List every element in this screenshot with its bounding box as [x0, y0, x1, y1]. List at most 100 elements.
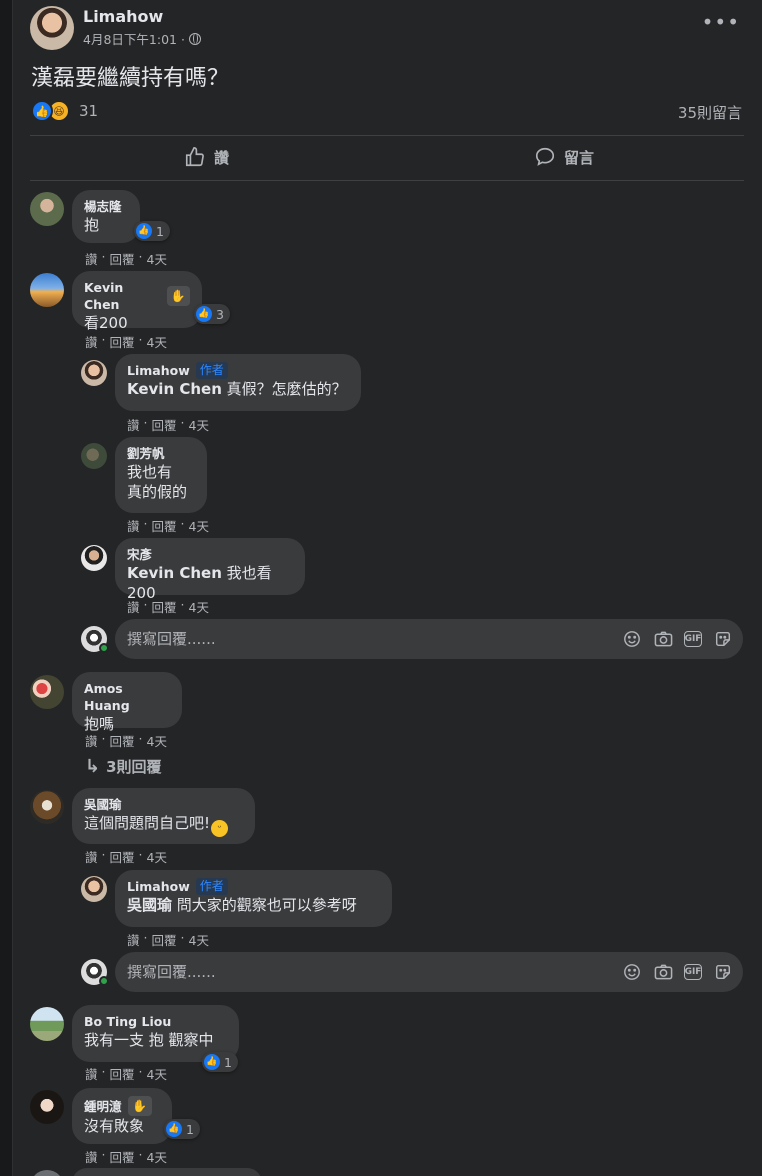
- commenter-name[interactable]: 吳國瑜: [84, 796, 243, 813]
- commenter-name[interactable]: Bo Ting Liou: [84, 1013, 227, 1030]
- replier-name[interactable]: 宋彥: [127, 546, 293, 563]
- commenter-name[interactable]: 鍾明澺: [84, 1098, 122, 1115]
- emoji-icon[interactable]: [622, 629, 642, 649]
- divider: [30, 135, 744, 136]
- commenter-avatar[interactable]: [30, 790, 64, 824]
- comment-like-link[interactable]: 讚: [85, 249, 98, 268]
- gif-label: GIF: [684, 967, 702, 977]
- reply-reply-link[interactable]: 回覆: [152, 597, 177, 616]
- reply-time[interactable]: 4天: [189, 930, 209, 949]
- comment-time[interactable]: 4天: [147, 1147, 167, 1166]
- sticker-icon[interactable]: [713, 962, 733, 982]
- comment-like-count: 1: [224, 1054, 232, 1070]
- like-reaction-icon: 👍: [196, 306, 212, 322]
- gif-icon[interactable]: GIF: [684, 631, 702, 647]
- commenter-avatar[interactable]: [30, 675, 64, 709]
- reply-arrow-icon: ↳: [85, 756, 101, 777]
- comment-reply-link[interactable]: 回覆: [110, 332, 135, 351]
- sticker-icon[interactable]: [713, 629, 733, 649]
- comment-time[interactable]: 4天: [147, 249, 167, 268]
- commenter-avatar[interactable]: [30, 192, 64, 226]
- comment-reply-link[interactable]: 回覆: [110, 847, 135, 866]
- comment-time[interactable]: 4天: [147, 1064, 167, 1083]
- reply-time[interactable]: 4天: [189, 597, 209, 616]
- reply-like-link[interactable]: 讚: [127, 516, 140, 535]
- comment-like-link[interactable]: 讚: [85, 1064, 98, 1083]
- mention-link[interactable]: Kevin Chen: [127, 564, 222, 582]
- reaction-summary[interactable]: 👍 😆 31: [31, 100, 98, 122]
- comment-like-badge[interactable]: 👍 3: [194, 304, 230, 324]
- post-text: 漢磊要繼續持有嗎？: [31, 66, 230, 91]
- comment-reply-link[interactable]: 回覆: [110, 1064, 135, 1083]
- reply-reply-link[interactable]: 回覆: [152, 516, 177, 535]
- reply-like-link[interactable]: 讚: [127, 930, 140, 949]
- commenter-avatar[interactable]: [30, 1007, 64, 1041]
- mention-link[interactable]: Kevin Chen: [127, 380, 222, 398]
- comment-reply-link[interactable]: 回覆: [110, 731, 135, 750]
- reply-actions: 讚 · 回覆 · 4天: [127, 415, 209, 434]
- replier-avatar[interactable]: [81, 545, 107, 571]
- comment-like-link[interactable]: 讚: [85, 847, 98, 866]
- comment-actions: 讚 · 回覆 · 4天: [85, 1064, 167, 1083]
- reply-input[interactable]: [127, 963, 607, 981]
- post-author-name[interactable]: Limahow: [83, 7, 163, 26]
- comment-time[interactable]: 4天: [147, 731, 167, 750]
- replier-name[interactable]: Limahow: [127, 878, 190, 895]
- commenter-avatar[interactable]: [30, 1090, 64, 1124]
- comment-like-link[interactable]: 讚: [85, 731, 98, 750]
- replier-name[interactable]: 劉芳帆: [127, 445, 195, 462]
- like-reaction-icon: 👍: [136, 223, 152, 239]
- reply-reply-link[interactable]: 回覆: [152, 415, 177, 434]
- replier-avatar[interactable]: [81, 360, 107, 386]
- reply-reply-link[interactable]: 回覆: [152, 930, 177, 949]
- reply-like-link[interactable]: 讚: [127, 415, 140, 434]
- commenter-name-row: Kevin Chen ✋: [84, 279, 190, 313]
- comment-button[interactable]: 留言: [534, 138, 594, 176]
- reply-time[interactable]: 4天: [189, 516, 209, 535]
- reply-input[interactable]: [127, 630, 607, 648]
- view-replies-link[interactable]: ↳ 3則回覆: [85, 756, 162, 777]
- separator: ·: [138, 332, 143, 347]
- comment-like-link[interactable]: 讚: [85, 332, 98, 351]
- reply-like-link[interactable]: 讚: [127, 597, 140, 616]
- like-button-label: 讚: [214, 148, 230, 167]
- reply-input-box: GIF: [115, 619, 743, 659]
- comment-time[interactable]: 4天: [147, 847, 167, 866]
- commenter-avatar[interactable]: [30, 1170, 64, 1176]
- emoji-icon[interactable]: [622, 962, 642, 982]
- post-date[interactable]: 4月8日下午1:01 ·: [83, 29, 185, 48]
- mention-link[interactable]: 吳國瑜: [127, 896, 172, 914]
- reply-time[interactable]: 4天: [189, 415, 209, 434]
- comment-like-link[interactable]: 讚: [85, 1147, 98, 1166]
- comment-reply-link[interactable]: 回覆: [110, 1147, 135, 1166]
- grin-emoji-icon: ᵕ: [211, 820, 229, 837]
- separator: ·: [143, 516, 148, 531]
- comment-bubble: [72, 1168, 262, 1176]
- replier-avatar[interactable]: [81, 876, 107, 902]
- comment-actions: 讚 · 回覆 · 4天: [85, 249, 167, 268]
- comment-count[interactable]: 35則留言: [678, 102, 742, 123]
- like-button[interactable]: 讚: [184, 138, 229, 176]
- more-options-icon[interactable]: •••: [702, 10, 740, 34]
- comment-reply-link[interactable]: 回覆: [110, 249, 135, 268]
- commenter-avatar[interactable]: [30, 273, 64, 307]
- commenter-name[interactable]: Kevin Chen: [84, 279, 161, 313]
- replier-name-row: Limahow 作者: [127, 878, 380, 895]
- comment-like-count: 1: [186, 1121, 194, 1137]
- camera-icon[interactable]: [653, 962, 673, 982]
- view-replies-label: 3則回覆: [106, 758, 162, 776]
- comment-icon: [535, 147, 555, 166]
- comment-like-badge[interactable]: 👍 1: [164, 1119, 200, 1139]
- replier-avatar[interactable]: [81, 443, 107, 469]
- camera-icon[interactable]: [653, 629, 673, 649]
- commenter-name[interactable]: Amos Huang: [84, 680, 170, 714]
- separator: ·: [180, 415, 185, 430]
- comment-like-badge[interactable]: 👍 1: [134, 221, 170, 241]
- comment-like-badge[interactable]: 👍 1: [202, 1052, 238, 1072]
- comment-time[interactable]: 4天: [147, 332, 167, 351]
- author-avatar[interactable]: [30, 6, 74, 50]
- commenter-name[interactable]: 楊志隆: [84, 198, 128, 215]
- reply-text: 真假？怎麼估的？: [221, 380, 347, 398]
- replier-name[interactable]: Limahow: [127, 362, 190, 379]
- gif-icon[interactable]: GIF: [684, 964, 702, 980]
